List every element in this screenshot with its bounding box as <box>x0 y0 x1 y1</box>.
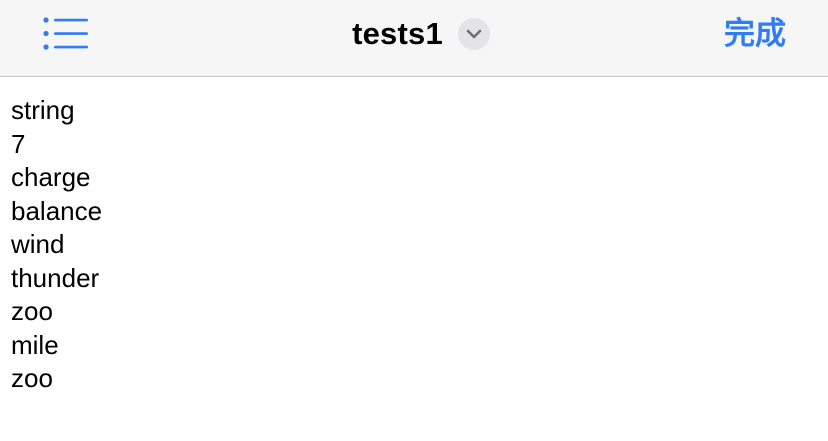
text-line: zoo <box>11 296 53 326</box>
text-line: thunder <box>11 262 100 293</box>
text-line: wind <box>11 229 65 259</box>
list-icon <box>43 17 88 50</box>
text-editor[interactable]: string 7 charge balance wind thunder zoo… <box>11 94 811 396</box>
done-button[interactable]: 完成 <box>724 14 786 54</box>
text-line: balance <box>11 195 103 226</box>
list-button[interactable] <box>40 14 92 54</box>
navigation-bar: tests1 完成 <box>0 0 828 77</box>
text-line: zoo <box>11 363 53 393</box>
title-group: tests1 <box>0 14 828 54</box>
text-line: mile <box>11 329 59 360</box>
document-title: tests1 <box>352 16 443 51</box>
text-line: string <box>11 95 75 125</box>
text-line: 7 <box>11 128 26 159</box>
chevron-down-icon <box>466 29 482 39</box>
title-menu-button[interactable]: tests1 <box>352 16 490 52</box>
text-line: charge <box>11 162 91 192</box>
title-menu-indicator <box>457 18 490 50</box>
